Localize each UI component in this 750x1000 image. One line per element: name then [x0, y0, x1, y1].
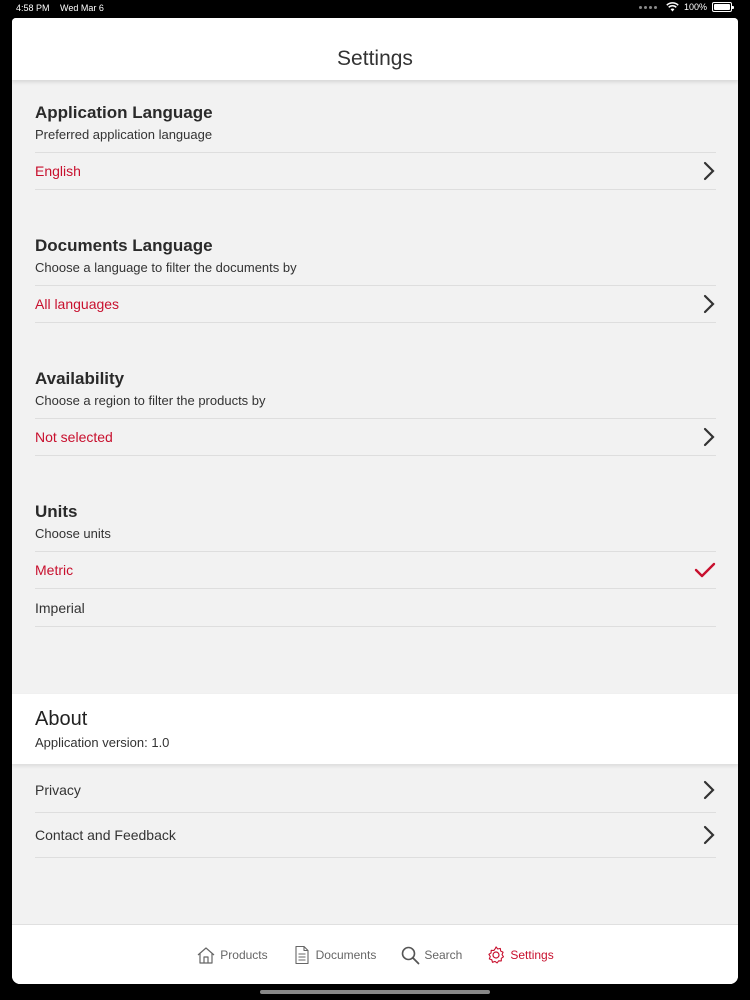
availability-row[interactable]: Not selected — [35, 418, 716, 456]
section-availability: Availability Choose a region to filter t… — [12, 323, 738, 456]
chevron-right-icon — [703, 294, 715, 314]
status-date: Wed Mar 6 — [60, 3, 104, 13]
tab-products[interactable]: Products — [196, 945, 268, 965]
status-right: 100% — [638, 2, 734, 12]
tab-documents[interactable]: Documents — [292, 945, 377, 965]
status-time: 4:58 PM — [16, 3, 50, 13]
search-icon — [402, 946, 420, 965]
about-title: About — [35, 708, 88, 730]
row-value: Not selected — [35, 429, 113, 445]
page-title: Settings — [337, 47, 413, 70]
chevron-right-icon — [703, 780, 715, 800]
option-label: Metric — [35, 562, 74, 578]
about-list: Privacy Contact and Feedback — [35, 768, 716, 858]
tab-label: Products — [220, 948, 268, 962]
app-version: Application version: 1.0 — [35, 735, 170, 750]
battery-icon — [712, 2, 734, 12]
section-units: Units Choose units Metric Imperial — [12, 456, 738, 627]
app-screen: Settings Application Language Preferred … — [12, 18, 738, 984]
settings-content: Application Language Preferred applicati… — [12, 80, 738, 627]
section-title: Application Language — [35, 103, 213, 122]
tab-bar: Products Documents Search Settings — [12, 924, 738, 984]
tab-search[interactable]: Search — [400, 945, 462, 965]
gear-icon — [488, 946, 505, 964]
signal-dots-icon — [638, 5, 657, 9]
home-icon — [197, 947, 215, 964]
section-subtitle: Choose a region to filter the products b… — [35, 393, 266, 408]
battery-percent: 100% — [683, 2, 707, 12]
section-title: Documents Language — [35, 236, 213, 255]
document-icon — [295, 945, 309, 965]
chevron-right-icon — [703, 161, 715, 181]
home-indicator — [260, 990, 490, 994]
checkmark-icon — [694, 562, 716, 578]
section-title: Units — [35, 502, 78, 521]
option-label: Imperial — [35, 599, 85, 616]
row-value: All languages — [35, 296, 120, 312]
application-language-row[interactable]: English — [35, 152, 716, 190]
tab-label: Search — [424, 948, 463, 962]
section-title: Availability — [35, 369, 125, 388]
section-application-language: Application Language Preferred applicati… — [12, 80, 738, 190]
status-bar: 4:58 PM Wed Mar 6 100% — [0, 0, 750, 16]
row-label: Privacy — [35, 782, 81, 798]
documents-language-row[interactable]: All languages — [35, 285, 716, 323]
row-label: Contact and Feedback — [35, 827, 176, 843]
tab-settings[interactable]: Settings — [486, 945, 554, 965]
tab-label: Documents — [315, 948, 377, 962]
status-left: 4:58 PM Wed Mar 6 — [16, 3, 112, 13]
units-option-metric[interactable]: Metric — [35, 551, 716, 589]
about-section: About Application version: 1.0 — [12, 694, 738, 764]
chevron-right-icon — [703, 825, 715, 845]
chevron-right-icon — [703, 427, 715, 447]
section-subtitle: Choose units — [35, 526, 111, 541]
section-documents-language: Documents Language Choose a language to … — [12, 190, 738, 323]
wifi-icon — [666, 2, 679, 12]
section-subtitle: Preferred application language — [35, 127, 213, 142]
row-value: English — [35, 163, 81, 179]
section-subtitle: Choose a language to filter the document… — [35, 260, 297, 275]
privacy-row[interactable]: Privacy — [35, 768, 716, 813]
contact-feedback-row[interactable]: Contact and Feedback — [35, 813, 716, 858]
tab-label: Settings — [510, 948, 554, 962]
navigation-bar: Settings — [12, 18, 738, 80]
units-option-imperial[interactable]: Imperial — [35, 589, 716, 627]
